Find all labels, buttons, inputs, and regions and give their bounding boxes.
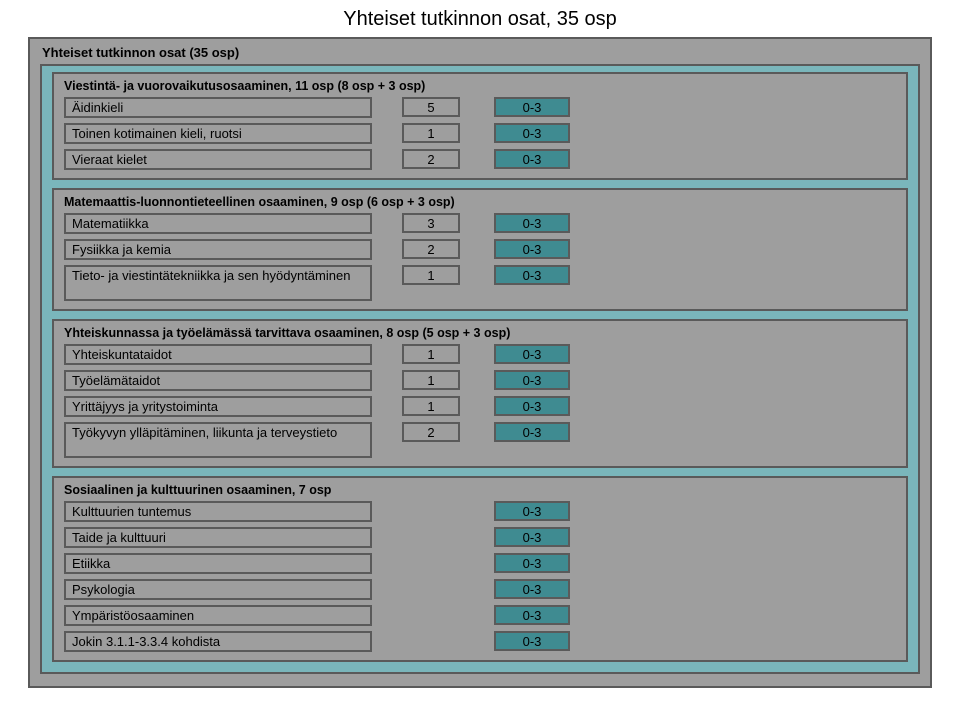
- credit-value: 5: [402, 97, 460, 117]
- row: Fysiikka ja kemia 2 0-3: [64, 239, 896, 260]
- credit-range: 0-3: [494, 422, 570, 442]
- section: Viestintä- ja vuorovaikutusosaaminen, 11…: [52, 72, 908, 180]
- row: Matematiikka 3 0-3: [64, 213, 896, 234]
- credit-range: 0-3: [494, 501, 570, 521]
- subject-name: Yrittäjyys ja yritystoiminta: [64, 396, 372, 417]
- inner-panel: Viestintä- ja vuorovaikutusosaaminen, 11…: [40, 64, 920, 674]
- credit-range: 0-3: [494, 97, 570, 117]
- subject-name: Äidinkieli: [64, 97, 372, 118]
- credit-range: 0-3: [494, 396, 570, 416]
- row: Tieto- ja viestintätekniikka ja sen hyöd…: [64, 265, 896, 301]
- credit-value: 3: [402, 213, 460, 233]
- row: Toinen kotimainen kieli, ruotsi 1 0-3: [64, 123, 896, 144]
- subject-name: Vieraat kielet: [64, 149, 372, 170]
- credit-range: 0-3: [494, 265, 570, 285]
- row: Ympäristöosaaminen 0-3: [64, 605, 896, 626]
- credit-value: 1: [402, 396, 460, 416]
- page-title: Yhteiset tutkinnon osat, 35 osp: [0, 8, 960, 31]
- credit-value: 2: [402, 149, 460, 169]
- subject-name: Tieto- ja viestintätekniikka ja sen hyöd…: [64, 265, 372, 301]
- section-title: Sosiaalinen ja kulttuurinen osaaminen, 7…: [64, 482, 896, 501]
- credit-range: 0-3: [494, 370, 570, 390]
- row: Yrittäjyys ja yritystoiminta 1 0-3: [64, 396, 896, 417]
- row: Vieraat kielet 2 0-3: [64, 149, 896, 170]
- row: Työkyvyn ylläpitäminen, liikunta ja terv…: [64, 422, 896, 458]
- credit-value: 1: [402, 265, 460, 285]
- credit-range: 0-3: [494, 631, 570, 651]
- section-title: Matemaattis-luonnontieteellinen osaamine…: [64, 194, 896, 213]
- credit-range: 0-3: [494, 344, 570, 364]
- subject-name: Yhteiskuntataidot: [64, 344, 372, 365]
- section: Matemaattis-luonnontieteellinen osaamine…: [52, 188, 908, 311]
- credit-value: 2: [402, 239, 460, 259]
- subject-name: Työelämätaidot: [64, 370, 372, 391]
- credit-range: 0-3: [494, 527, 570, 547]
- credit-range: 0-3: [494, 213, 570, 233]
- section: Yhteiskunnassa ja työelämässä tarvittava…: [52, 319, 908, 468]
- section: Sosiaalinen ja kulttuurinen osaaminen, 7…: [52, 476, 908, 662]
- row: Yhteiskuntataidot 1 0-3: [64, 344, 896, 365]
- subject-name: Matematiikka: [64, 213, 372, 234]
- outer-panel: Yhteiset tutkinnon osat (35 osp) Viestin…: [28, 37, 932, 688]
- subject-name: Toinen kotimainen kieli, ruotsi: [64, 123, 372, 144]
- section-title: Yhteiskunnassa ja työelämässä tarvittava…: [64, 325, 896, 344]
- credit-range: 0-3: [494, 579, 570, 599]
- subject-name: Työkyvyn ylläpitäminen, liikunta ja terv…: [64, 422, 372, 458]
- credit-value: 1: [402, 370, 460, 390]
- row: Taide ja kulttuuri 0-3: [64, 527, 896, 548]
- subject-name: Ympäristöosaaminen: [64, 605, 372, 626]
- row: Psykologia 0-3: [64, 579, 896, 600]
- credit-value: 1: [402, 123, 460, 143]
- subject-name: Kulttuurien tuntemus: [64, 501, 372, 522]
- subject-name: Etiikka: [64, 553, 372, 574]
- credit-value: 2: [402, 422, 460, 442]
- row: Äidinkieli 5 0-3: [64, 97, 896, 118]
- credit-range: 0-3: [494, 149, 570, 169]
- credit-range: 0-3: [494, 605, 570, 625]
- row: Kulttuurien tuntemus 0-3: [64, 501, 896, 522]
- credit-range: 0-3: [494, 553, 570, 573]
- credit-range: 0-3: [494, 123, 570, 143]
- row: Työelämätaidot 1 0-3: [64, 370, 896, 391]
- subject-name: Fysiikka ja kemia: [64, 239, 372, 260]
- outer-title: Yhteiset tutkinnon osat (35 osp): [40, 43, 920, 64]
- subject-name: Taide ja kulttuuri: [64, 527, 372, 548]
- section-title: Viestintä- ja vuorovaikutusosaaminen, 11…: [64, 78, 896, 97]
- row: Etiikka 0-3: [64, 553, 896, 574]
- credit-range: 0-3: [494, 239, 570, 259]
- subject-name: Jokin 3.1.1-3.3.4 kohdista: [64, 631, 372, 652]
- subject-name: Psykologia: [64, 579, 372, 600]
- row: Jokin 3.1.1-3.3.4 kohdista 0-3: [64, 631, 896, 652]
- credit-value: 1: [402, 344, 460, 364]
